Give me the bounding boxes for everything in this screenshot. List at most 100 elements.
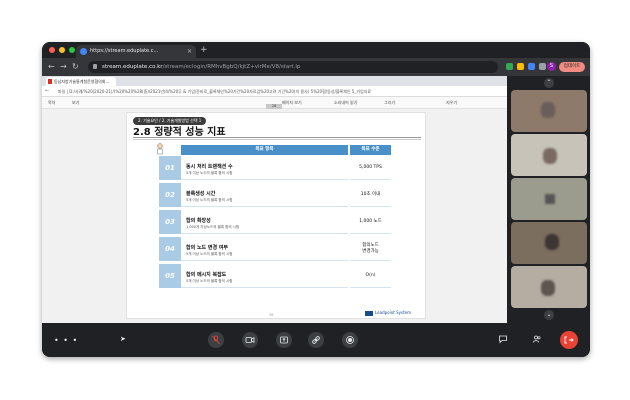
table-row: 02 블록생성 시간 5개 이상 노드의 블록 합의 시험 10초 이내 [159,183,391,207]
row-title: 동시 처리 트랜잭션 수 [186,164,233,170]
table-row: 03 합의 확장성 1,000개 가상노드의 블록 합의 시험 1,000 노드 [159,210,391,234]
participant-tile[interactable] [511,134,587,176]
participants-icon[interactable] [532,334,542,346]
row-number: 01 [159,156,181,180]
column-header-level: 목표 수준 [350,145,391,155]
mascot-icon [157,143,163,155]
row-body: 블록생성 시간 5개 이상 노드의 블록 합의 시험 [181,183,348,207]
scroll-up-icon[interactable]: ⌃ [544,78,554,88]
extension-icon[interactable] [506,63,513,70]
row-value: 5,000 TPS [350,156,391,180]
lock-icon [93,64,97,69]
extension-icon[interactable] [528,63,535,70]
back-icon[interactable]: ← [48,61,55,73]
participant-tile[interactable] [511,266,587,308]
row-value: 합의노드 변경가능 [350,237,391,261]
update-button[interactable]: 업데이트 [559,62,585,72]
participant-panel: ⌃ ⌄ [508,76,590,323]
forward-icon[interactable]: → [60,61,67,73]
row-value: 10초 이내 [350,183,391,207]
close-window-button[interactable] [49,47,55,53]
row-subtitle: 5개 이상 노드의 블록 합의 시험 [186,198,233,202]
row-body: 합의 확장성 1,000개 가상노드의 블록 합의 시험 [181,210,348,234]
leave-call-icon[interactable] [560,331,578,349]
extension-icon[interactable] [517,63,524,70]
share-screen-icon[interactable] [276,332,292,348]
mouse-cursor-icon: ➤ [120,335,126,343]
logo-mark-icon [365,310,373,316]
browser-window: https://stream.eduplate.c... × + ← → ↻ s… [42,42,590,357]
participant-video [543,148,557,164]
browser-tab[interactable]: https://stream.eduplate.c... × [76,45,196,58]
puzzle-icon[interactable] [539,63,546,70]
pdf-tab-title: 동남지방기술통계청운영협의회... [54,79,110,84]
pdf-path: 파일 | D:/사례/%20(2020-21)/(%20%20%28(중)/20… [58,89,372,94]
title-divider [133,137,421,138]
url-host: stream.eduplate.co.kr [102,64,163,70]
slide-title: 2.8 정량적 성능 지표 [133,127,226,138]
pdf-viewer-tabbar: 동남지방기술통계청운영협의회... [42,76,507,86]
read-aloud-button: 소리내어 읽기 [334,100,358,105]
participant-video [545,194,555,204]
pdf-address-bar: ← 파일 | D:/사례/%20(2020-21)/(%20%20%28(중)/… [42,86,507,97]
table-row: 04 합의 노드 변경 여부 5개 이상 노드의 블록 합의 시험 합의노드 변… [159,237,391,261]
row-body: 합의 메시지 복잡도 5개 이상 노드의 블록 합의 시험 [181,264,348,288]
draw-button: 그리기 [384,100,396,105]
participant-video [541,102,555,118]
page-number-top: 28 [266,104,282,109]
meeting-controls: • • • ➤ [42,323,590,357]
mic-off-icon[interactable] [208,332,224,348]
participant-video [541,280,555,296]
pdf-tab[interactable]: 동남지방기술통계청운영협의회... [46,77,116,86]
row-subtitle: 5개 이상 노드의 블록 합의 시험 [186,279,233,283]
title-divider [133,139,421,140]
row-subtitle: 5개 이상 노드의 블록 합의 시험 [186,171,233,175]
maximize-window-button[interactable] [69,47,75,53]
tab-bar: https://stream.eduplate.c... × + [42,42,590,58]
row-subtitle: 5개 이상 노드의 블록 합의 시험 [186,252,233,256]
link-icon[interactable] [308,332,324,348]
table-row: 01 동시 처리 트랜잭션 수 5개 이상 노드의 블록 합의 시험 5,000… [159,156,391,180]
row-body: 동시 처리 트랜잭션 수 5개 이상 노드의 블록 합의 시험 [181,156,348,180]
presentation-slide: 2. 기술요인 / 2. 기술개발방법 선택 1 2.8 정량적 성능 지표 목… [126,112,426,319]
table-row: 05 합의 메시지 복잡도 5개 이상 노드의 블록 합의 시험 O(n) [159,264,391,288]
close-tab-icon[interactable]: × [187,45,192,58]
back-icon: ← [45,88,50,94]
pdf-icon [48,79,52,84]
reload-icon[interactable]: ↻ [72,61,79,73]
row-value: 1,000 노드 [350,210,391,234]
column-header-goal: 목표 항목 [181,145,348,155]
row-title: 블록생성 시간 [186,191,216,197]
address-bar-row: ← → ↻ stream.eduplate.co.kr/stream/eclog… [42,58,590,76]
row-number: 05 [159,264,181,288]
site-favicon-icon [80,48,87,55]
view-button: 보기 [72,100,80,105]
toc-button: 목차 [48,100,56,105]
camera-icon[interactable] [242,332,258,348]
record-icon[interactable] [342,332,358,348]
participant-tile[interactable] [511,178,587,220]
window-controls [49,47,75,53]
more-options-icon[interactable]: • • • [54,336,78,345]
participant-video [545,234,559,250]
row-number: 04 [159,237,181,261]
row-title: 합의 메시지 복잡도 [186,272,227,278]
page-number-bottom: 36 [269,313,274,317]
row-title: 합의 노드 변경 여부 [186,245,229,251]
new-tab-icon[interactable]: + [200,44,208,56]
row-subtitle: 1,000개 가상노드의 블록 합의 시험 [186,225,240,229]
browser-tab-title: https://stream.eduplate.c... [90,48,159,54]
url-path: /stream/eclogin/RMhvBgbQ/kjtZ+vlrMe/V8/s… [162,64,301,70]
chat-icon[interactable] [498,334,508,346]
profile-avatar[interactable]: S [547,62,556,71]
erase-button: 지우기 [446,100,458,105]
extension-icons [506,63,546,70]
row-title: 합의 확장성 [186,218,211,224]
participant-tile[interactable] [511,222,587,264]
minimize-window-button[interactable] [59,47,65,53]
row-number: 02 [159,183,181,207]
scroll-down-icon[interactable]: ⌄ [544,310,554,320]
url-field[interactable]: stream.eduplate.co.kr/stream/eclogin/RMh… [88,61,498,73]
company-logo: Leadpoint System [365,310,411,316]
participant-tile[interactable] [511,90,587,132]
